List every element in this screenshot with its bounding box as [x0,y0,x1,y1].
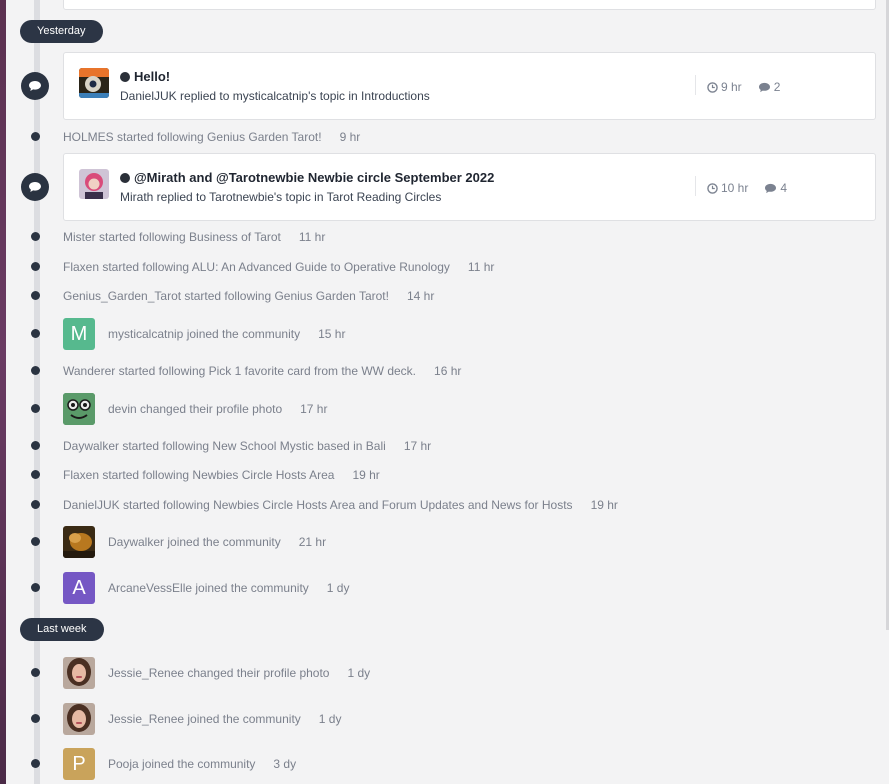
card-reply-count: 4 [780,181,788,195]
group-badge-yesterday: Yesterday [20,20,103,43]
activity-card-newbie-circle[interactable]: @Mirath and @Tarotnewbie Newbie circle S… [63,153,876,221]
activity-time: 19 hr [352,468,380,482]
activity-item: ArcaneVessElle joined the community 1 dy [108,581,349,595]
timeline-dot [31,232,40,241]
avatar[interactable] [63,526,95,558]
activity-time: 15 hr [318,327,346,341]
timeline-dot [31,500,40,509]
timeline-dot [31,668,40,677]
activity-text[interactable]: devin changed their profile photo [108,402,282,416]
activity-item: Wanderer started following Pick 1 favori… [63,364,461,378]
card-meta: 10 hr 4 [707,181,787,195]
card-reply-count: 2 [773,80,781,94]
timeline-dot [31,404,40,413]
activity-time: 16 hr [434,364,462,378]
activity-item: mysticalcatnip joined the community 15 hr [108,327,345,341]
activity-item: Flaxen started following Newbies Circle … [63,468,380,482]
activity-text[interactable]: Wanderer started following Pick 1 favori… [63,364,416,378]
timeline-dot [31,291,40,300]
activity-text[interactable]: Daywalker started following New School M… [63,439,386,453]
activity-text[interactable]: ArcaneVessElle joined the community [108,581,309,595]
timeline-dot [31,537,40,546]
previous-card[interactable] [63,0,876,10]
activity-item: Jessie_Renee joined the community 1 dy [108,712,341,726]
activity-time: 1 dy [326,581,350,595]
user-avatar-mirath [79,169,109,199]
activity-time: 11 hr [298,230,326,244]
card-title[interactable]: Hello! [120,69,170,84]
avatar[interactable]: A [63,572,95,604]
activity-time: 19 hr [590,498,618,512]
activity-text[interactable]: Flaxen started following ALU: An Advance… [63,260,450,274]
timeline-dot [31,714,40,723]
group-badge-last-week: Last week [20,618,104,641]
activity-text[interactable]: Jessie_Renee joined the community [108,712,301,726]
activity-item: Mister started following Business of Tar… [63,230,325,244]
window-edge [0,0,6,784]
timeline-dot [31,262,40,271]
card-time: 9 hr [721,80,742,94]
avatar[interactable]: M [63,318,95,350]
activity-text[interactable]: Jessie_Renee changed their profile photo [108,666,329,680]
activity-text[interactable]: Flaxen started following Newbies Circle … [63,468,334,482]
comment-icon [21,72,49,100]
activity-item: DanielJUK started following Newbies Circ… [63,498,618,512]
timeline-dot [31,470,40,479]
activity-text[interactable]: HOLMES started following Genius Garden T… [63,130,322,144]
activity-text[interactable]: Genius_Garden_Tarot started following Ge… [63,289,389,303]
activity-item: Genius_Garden_Tarot started following Ge… [63,289,434,303]
activity-time: 17 hr [403,439,432,453]
timeline-line [34,0,40,784]
timeline-dot [31,441,40,450]
timeline-dot [31,366,40,375]
comment-count-icon [758,82,770,92]
activity-text[interactable]: DanielJUK started following Newbies Circ… [63,498,573,512]
activity-time: 14 hr [406,289,435,303]
divider [695,75,696,95]
activity-item: Daywalker joined the community 21 hr [108,535,326,549]
avatar[interactable]: P [63,748,95,780]
unread-dot-icon [120,71,130,82]
avatar[interactable] [63,703,95,735]
activity-item: HOLMES started following Genius Garden T… [63,130,360,144]
avatar[interactable] [63,657,95,689]
activity-item: Flaxen started following ALU: An Advance… [63,260,494,274]
activity-time: 1 dy [318,712,342,726]
divider [695,176,696,196]
card-subtitle: Mirath replied to Tarotnewbie's topic in… [120,190,442,204]
activity-time: 11 hr [467,260,495,274]
activity-text[interactable]: Pooja joined the community [108,757,255,771]
activity-item: Pooja joined the community 3 dy [108,757,296,771]
activity-time: 21 hr [298,535,327,549]
card-time: 10 hr [721,181,749,195]
card-title-text[interactable]: Hello! [134,69,170,84]
comment-icon [21,173,49,201]
timeline-dot [31,759,40,768]
topic-thumbnail [79,68,109,98]
activity-item: Jessie_Renee changed their profile photo… [108,666,370,680]
activity-time: 3 dy [273,757,297,771]
card-title[interactable]: @Mirath and @Tarotnewbie Newbie circle S… [120,170,494,185]
unread-dot-icon [120,172,130,183]
activity-text[interactable]: Mister started following Business of Tar… [63,230,281,244]
avatar[interactable] [63,393,95,425]
activity-time: 9 hr [339,130,361,144]
activity-item: devin changed their profile photo 17 hr [108,402,327,416]
activity-item: Daywalker started following New School M… [63,439,431,453]
activity-text[interactable]: mysticalcatnip joined the community [108,327,300,341]
card-subtitle: DanielJUK replied to mysticalcatnip's to… [120,89,430,103]
timeline-dot [31,329,40,338]
clock-icon [707,81,718,93]
card-meta: 9 hr 2 [707,80,780,94]
clock-icon [707,182,718,194]
activity-card-hello[interactable]: Hello! DanielJUK replied to mysticalcatn… [63,52,876,120]
comment-count-icon [765,183,777,193]
activity-time: 1 dy [347,666,371,680]
timeline-dot [31,583,40,592]
timeline-dot [31,132,40,141]
card-title-text[interactable]: @Mirath and @Tarotnewbie Newbie circle S… [134,170,494,185]
activity-text[interactable]: Daywalker joined the community [108,535,281,549]
activity-time: 17 hr [300,402,328,416]
